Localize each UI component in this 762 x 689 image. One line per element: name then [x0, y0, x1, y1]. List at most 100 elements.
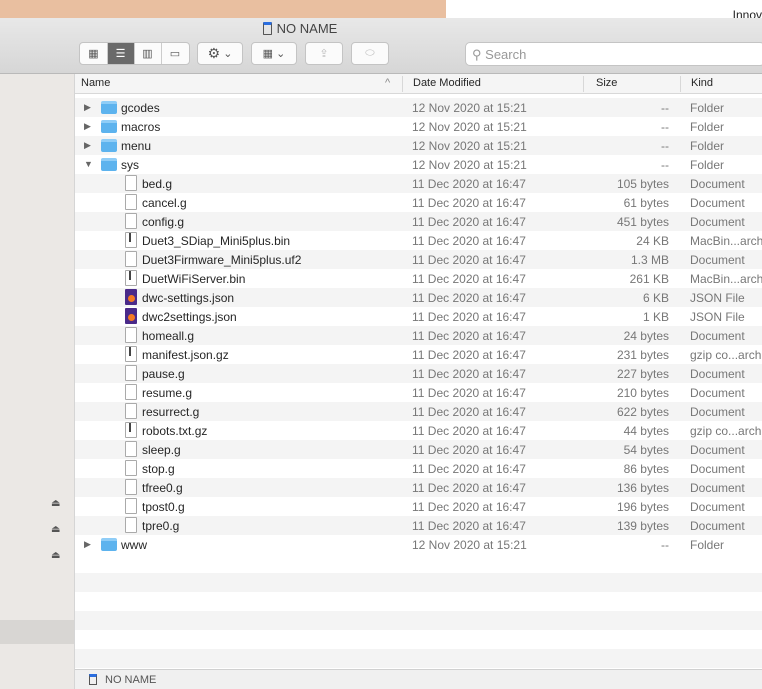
- file-row[interactable]: ▶ macros 12 Nov 2020 at 15:21 -- Folder: [75, 117, 762, 136]
- tags-button[interactable]: ⬭: [351, 42, 389, 65]
- date-modified: 11 Dec 2020 at 16:47: [412, 196, 526, 210]
- group-by-button[interactable]: ▦ ⌄: [251, 42, 297, 65]
- file-name: stop.g: [142, 462, 175, 476]
- file-size: 227 bytes: [616, 367, 669, 381]
- file-row[interactable]: Duet3_SDiap_Mini5plus.bin 11 Dec 2020 at …: [75, 231, 762, 250]
- archive-icon: [125, 270, 137, 286]
- file-kind: Document: [690, 519, 745, 533]
- eject-icon[interactable]: ⏏: [51, 498, 60, 509]
- document-icon: [125, 213, 137, 229]
- file-name: resurrect.g: [142, 405, 200, 419]
- json-file-icon: [125, 308, 137, 324]
- file-size: --: [661, 101, 669, 115]
- file-name: www: [121, 538, 147, 552]
- sidebar: ⏏ ⏏ ⏏: [0, 74, 75, 689]
- file-name: homeall.g: [142, 329, 195, 343]
- file-row[interactable]: sleep.g 11 Dec 2020 at 16:47 54 bytes Docum…: [75, 440, 762, 459]
- column-header-kind[interactable]: Kind: [691, 77, 713, 89]
- file-kind: Document: [690, 462, 745, 476]
- file-size: 24 KB: [636, 234, 669, 248]
- file-row[interactable]: tfree0.g 11 Dec 2020 at 16:47 136 bytes Doc…: [75, 478, 762, 497]
- folder-icon: [101, 120, 117, 133]
- file-size: --: [661, 538, 669, 552]
- search-field[interactable]: ⚲ Search: [465, 42, 762, 66]
- file-size: 86 bytes: [623, 462, 669, 476]
- file-kind: Folder: [690, 158, 725, 172]
- disclosure-triangle-icon[interactable]: ▶: [84, 140, 91, 151]
- date-modified: 11 Dec 2020 at 16:47: [412, 215, 526, 229]
- file-row[interactable]: dwc-settings.json 11 Dec 2020 at 16:47 6 K…: [75, 288, 762, 307]
- file-kind: JSON File: [690, 291, 745, 305]
- eject-icon[interactable]: ⏏: [51, 524, 60, 535]
- file-row[interactable]: tpre0.g 11 Dec 2020 at 16:47 139 bytes Docu…: [75, 516, 762, 535]
- file-name: sleep.g: [142, 443, 181, 457]
- date-modified: 11 Dec 2020 at 16:47: [412, 310, 526, 324]
- date-modified: 11 Dec 2020 at 16:47: [412, 519, 526, 533]
- file-name: pause.g: [142, 367, 185, 381]
- file-name: sys: [121, 158, 139, 172]
- date-modified: 11 Dec 2020 at 16:47: [412, 272, 526, 286]
- file-row[interactable]: DuetWiFiServer.bin 11 Dec 2020 at 16:47 26…: [75, 269, 762, 288]
- file-row[interactable]: resurrect.g 11 Dec 2020 at 16:47 622 bytes…: [75, 402, 762, 421]
- file-name: macros: [121, 120, 161, 134]
- file-row[interactable]: pause.g 11 Dec 2020 at 16:47 227 bytes Docu…: [75, 364, 762, 383]
- sidebar-selected-item[interactable]: [0, 620, 74, 644]
- file-row[interactable]: manifest.json.gz 11 Dec 2020 at 16:47 231 …: [75, 345, 762, 364]
- eject-icon[interactable]: ⏏: [51, 550, 60, 561]
- file-size: 136 bytes: [616, 481, 669, 495]
- date-modified: 11 Dec 2020 at 16:47: [412, 291, 526, 305]
- action-menu-button[interactable]: ⚙ ⌄: [197, 42, 243, 65]
- column-header-size[interactable]: Size: [596, 77, 617, 89]
- disclosure-triangle-icon[interactable]: ▼: [84, 159, 93, 169]
- disclosure-triangle-icon[interactable]: ▶: [84, 539, 91, 550]
- file-kind: Folder: [690, 139, 725, 153]
- file-row[interactable]: ▼ sys 12 Nov 2020 at 15:21 -- Folder: [75, 155, 762, 174]
- document-icon: [125, 251, 137, 267]
- date-modified: 12 Nov 2020 at 15:21: [412, 101, 527, 115]
- column-view-button[interactable]: ▥: [135, 43, 162, 64]
- file-row[interactable]: robots.txt.gz 11 Dec 2020 at 16:47 44 byte…: [75, 421, 762, 440]
- file-size: 139 bytes: [616, 519, 669, 533]
- desktop-background: [0, 0, 446, 18]
- file-name: tfree0.g: [142, 481, 183, 495]
- list-view-button[interactable]: ☰: [107, 43, 135, 64]
- document-icon: [125, 365, 137, 381]
- file-row[interactable]: Duet3Firmware_Mini5plus.uf2 11 Dec 2020 a…: [75, 250, 762, 269]
- file-kind: Document: [690, 500, 745, 514]
- gallery-view-button[interactable]: ▭: [162, 43, 189, 64]
- file-kind: JSON File: [690, 310, 745, 324]
- document-icon: [125, 194, 137, 210]
- share-button[interactable]: ⇪: [305, 42, 343, 65]
- finder-toolbar: NO NAME ▦ ☰ ▥ ▭ ⚙ ⌄ ▦ ⌄ ⇪ ⬭ ⚲ Search: [0, 18, 762, 74]
- file-row[interactable]: stop.g 11 Dec 2020 at 16:47 86 bytes Docume…: [75, 459, 762, 478]
- icon-view-button[interactable]: ▦: [81, 43, 108, 64]
- disclosure-triangle-icon[interactable]: ▶: [84, 102, 91, 113]
- file-row[interactable]: bed.g 11 Dec 2020 at 16:47 105 bytes Docume…: [75, 174, 762, 193]
- file-row[interactable]: ▶ gcodes 12 Nov 2020 at 15:21 -- Folder: [75, 98, 762, 117]
- archive-icon: [125, 232, 137, 248]
- file-row[interactable]: ▶ www 12 Nov 2020 at 15:21 -- Folder: [75, 535, 762, 554]
- file-size: 261 KB: [629, 272, 669, 286]
- file-row[interactable]: cancel.g 11 Dec 2020 at 16:47 61 bytes Docu…: [75, 193, 762, 212]
- date-modified: 12 Nov 2020 at 15:21: [412, 158, 527, 172]
- file-row[interactable]: resume.g 11 Dec 2020 at 16:47 210 bytes Doc…: [75, 383, 762, 402]
- file-row[interactable]: tpost0.g 11 Dec 2020 at 16:47 196 bytes Doc…: [75, 497, 762, 516]
- file-row[interactable]: ▶ menu 12 Nov 2020 at 15:21 -- Folder: [75, 136, 762, 155]
- file-kind: Document: [690, 367, 745, 381]
- share-icon: ⇪: [319, 48, 329, 60]
- empty-row: [75, 573, 762, 592]
- view-mode-control[interactable]: ▦ ☰ ▥ ▭: [79, 42, 190, 65]
- file-row[interactable]: dwc2settings.json 11 Dec 2020 at 16:47 1 K…: [75, 307, 762, 326]
- file-name: resume.g: [142, 386, 193, 400]
- empty-row: [75, 554, 762, 573]
- sort-ascending-icon: ^: [385, 77, 391, 89]
- file-name: tpre0.g: [142, 519, 180, 533]
- file-row[interactable]: homeall.g 11 Dec 2020 at 16:47 24 bytes Doc…: [75, 326, 762, 345]
- date-modified: 11 Dec 2020 at 16:47: [412, 177, 526, 191]
- disclosure-triangle-icon[interactable]: ▶: [84, 121, 91, 132]
- column-header-date[interactable]: Date Modified: [413, 77, 481, 89]
- column-header-name[interactable]: Name: [81, 77, 110, 89]
- file-row[interactable]: config.g 11 Dec 2020 at 16:47 451 bytes Doc…: [75, 212, 762, 231]
- date-modified: 11 Dec 2020 at 16:47: [412, 234, 526, 248]
- file-size: 210 bytes: [616, 386, 669, 400]
